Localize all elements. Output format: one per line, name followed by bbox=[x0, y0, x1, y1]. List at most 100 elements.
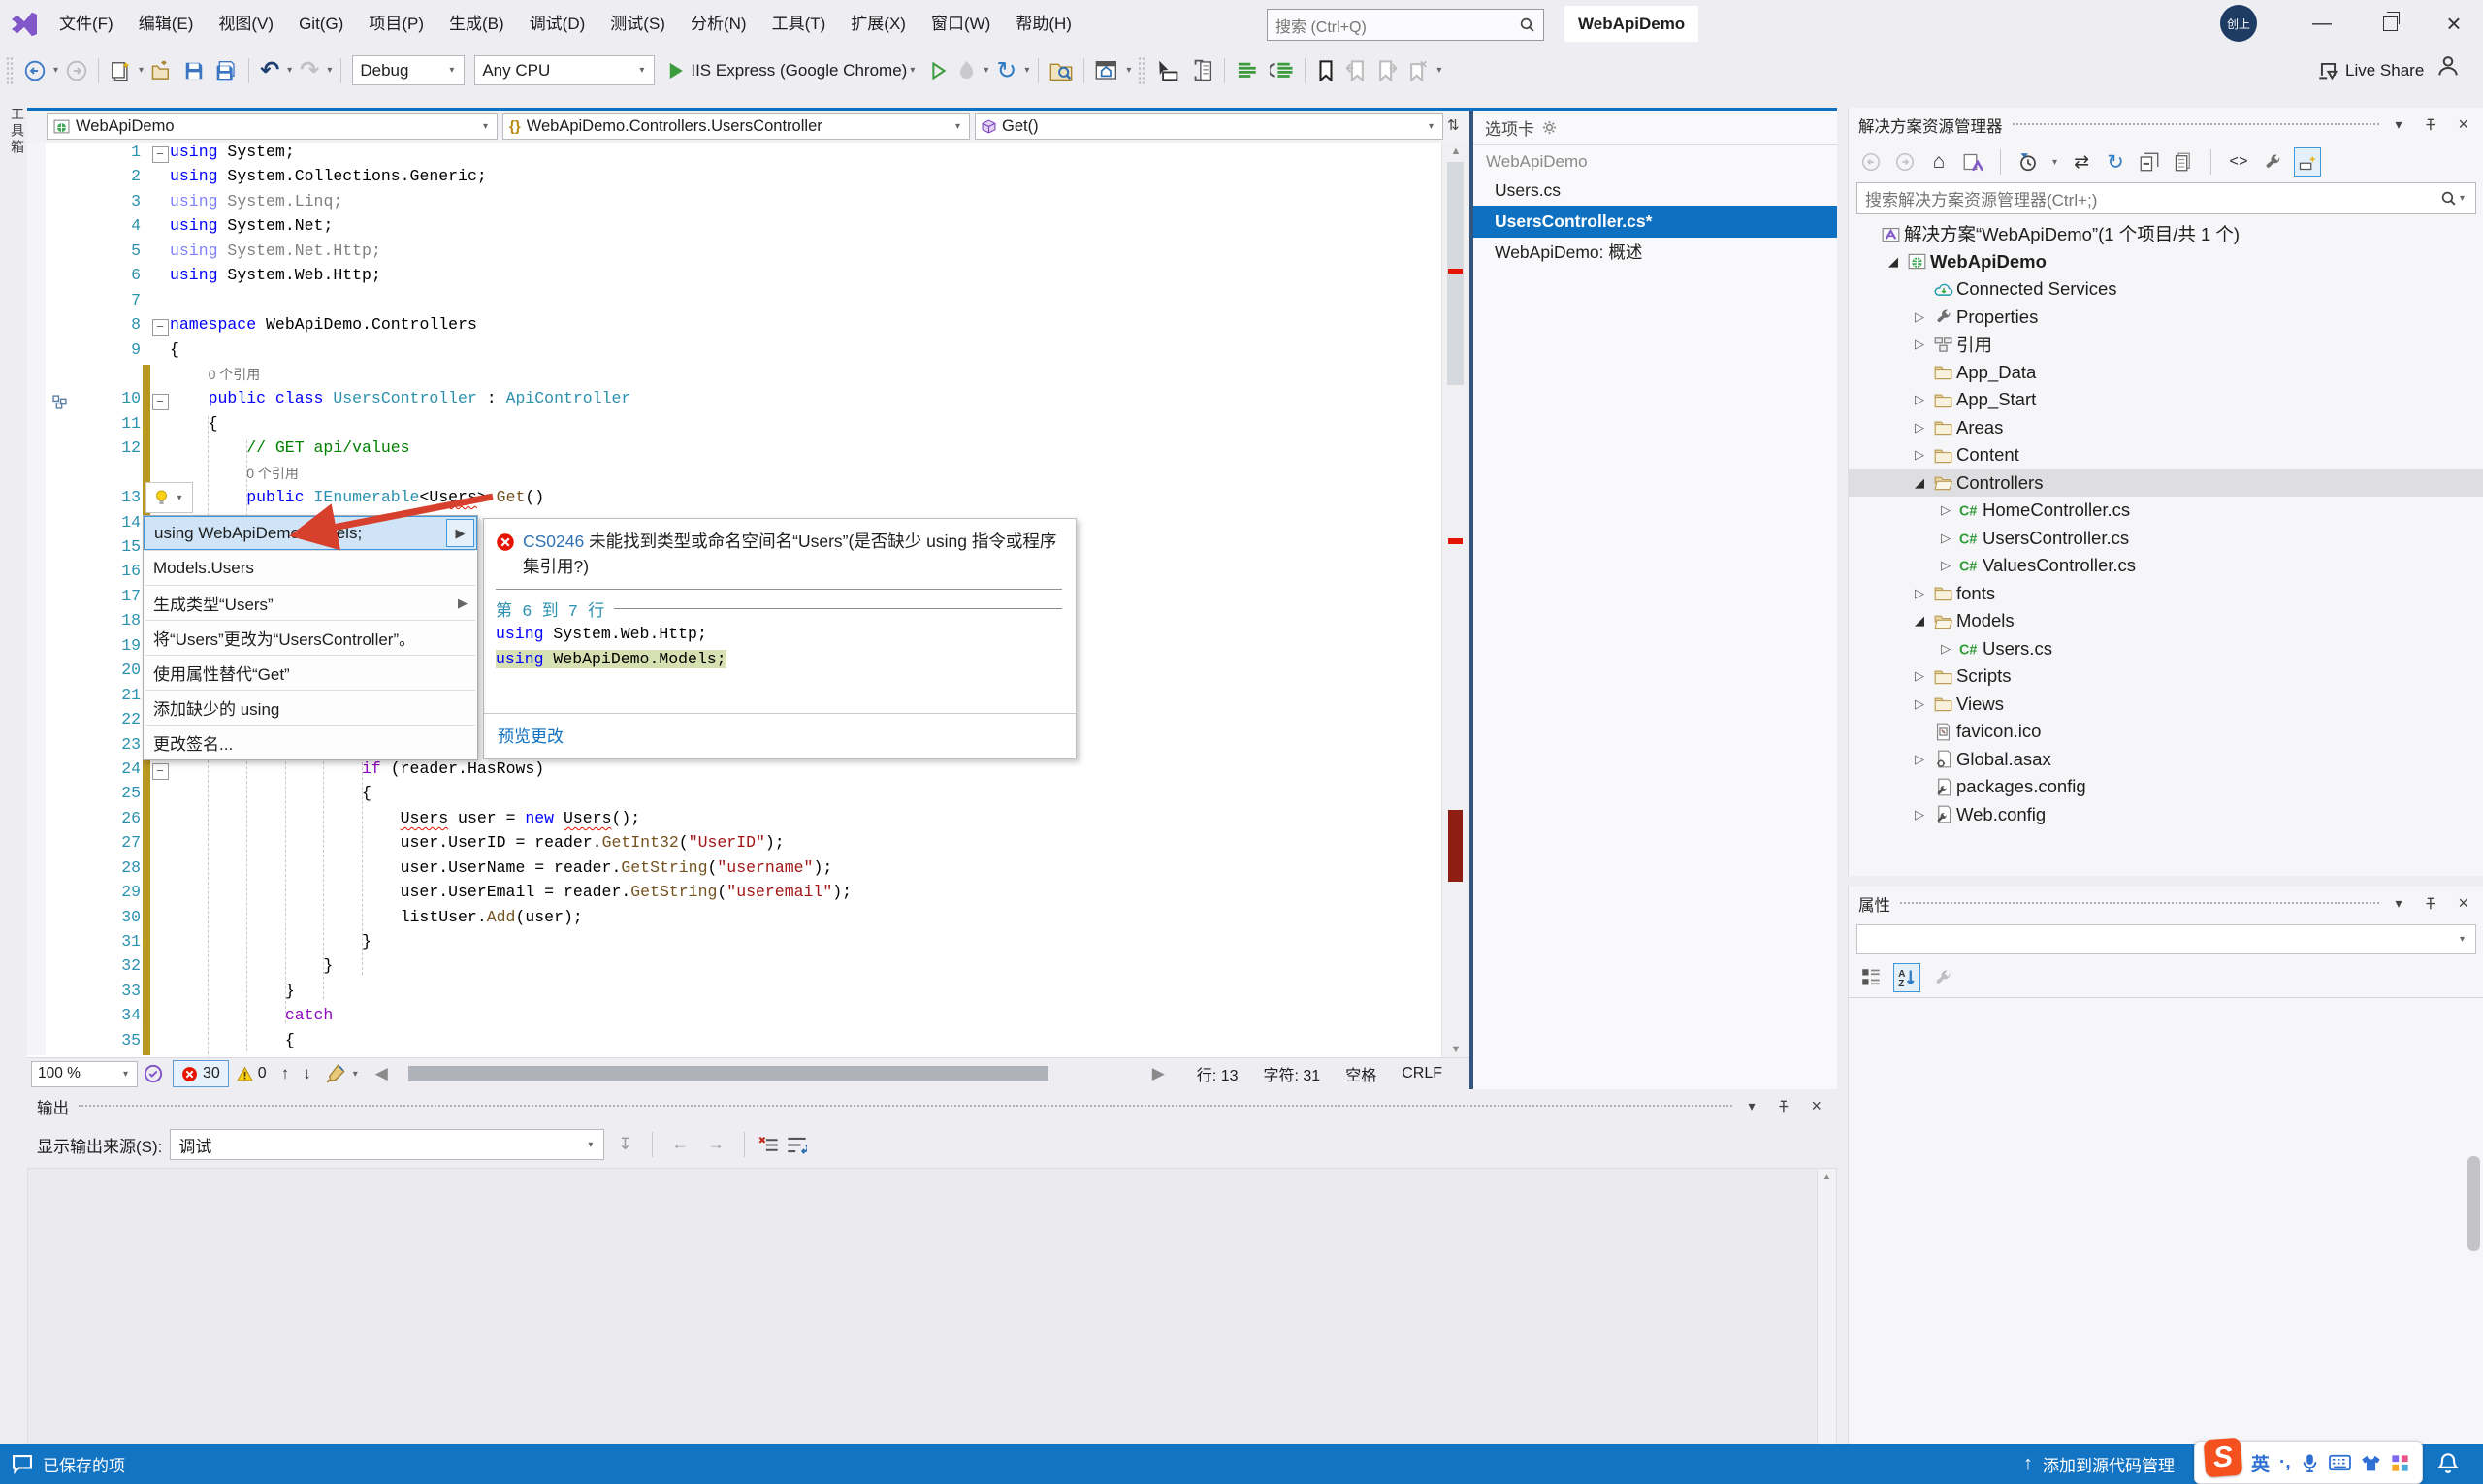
breakpoint-margin[interactable] bbox=[27, 784, 46, 808]
uncomment-lines-button[interactable] bbox=[1265, 54, 1299, 87]
breakpoint-margin[interactable] bbox=[27, 143, 46, 167]
code-line[interactable]: 26Users user = new Users(); bbox=[27, 809, 1442, 833]
explorer-forward-icon[interactable] bbox=[1892, 148, 1918, 176]
refresh-button[interactable]: ↻ bbox=[991, 54, 1021, 87]
source-control-label[interactable]: 添加到源代码管理 bbox=[2043, 1452, 2175, 1476]
output-source-combo[interactable]: 调试▾ bbox=[170, 1129, 604, 1160]
expander-icon[interactable]: ▷ bbox=[1909, 420, 1930, 436]
keyboard-icon[interactable] bbox=[2329, 1454, 2351, 1471]
code-line[interactable]: 28user.UserName = reader.GetString("user… bbox=[27, 858, 1442, 883]
sogou-logo-icon[interactable]: S bbox=[2204, 1438, 2243, 1478]
quick-search-box[interactable]: 搜索 (Ctrl+Q) bbox=[1267, 9, 1544, 41]
close-icon[interactable]: × bbox=[2452, 114, 2474, 135]
menu-item[interactable]: 文件(F) bbox=[47, 0, 126, 48]
tree-item-connected-services[interactable]: Connected Services bbox=[1849, 275, 2483, 304]
back-dropdown-icon[interactable]: ▾ bbox=[50, 65, 61, 76]
microphone-icon[interactable] bbox=[2301, 1453, 2319, 1473]
breakpoint-margin[interactable] bbox=[27, 759, 46, 784]
breakpoint-margin[interactable] bbox=[27, 414, 46, 438]
breakpoint-margin[interactable] bbox=[27, 464, 46, 488]
home-dropdown-icon[interactable]: ▾ bbox=[1123, 65, 1134, 76]
undo-dropdown-icon[interactable]: ▾ bbox=[284, 65, 295, 76]
breakpoint-margin[interactable] bbox=[27, 686, 46, 710]
navigate-forward-button[interactable] bbox=[61, 54, 92, 87]
quick-action-item[interactable]: using WebApiDemo.Models;▶ bbox=[144, 516, 477, 550]
code-line[interactable]: 8−namespace WebApiDemo.Controllers bbox=[27, 315, 1442, 339]
breakpoint-margin[interactable] bbox=[27, 1031, 46, 1055]
tree-item--webapidemo-1-1-[interactable]: 解决方案“WebApiDemo”(1 个项目/共 1 个) bbox=[1849, 220, 2483, 248]
breakpoint-margin[interactable] bbox=[27, 562, 46, 586]
menu-item[interactable]: 调试(D) bbox=[517, 0, 598, 48]
breakpoint-margin[interactable] bbox=[27, 216, 46, 241]
tree-item-areas[interactable]: ▷Areas bbox=[1849, 414, 2483, 442]
expander-icon[interactable]: ◢ bbox=[1883, 254, 1904, 270]
next-bookmark-button[interactable] bbox=[1371, 54, 1403, 87]
code-line[interactable]: 5using System.Net.Http; bbox=[27, 242, 1442, 266]
solution-platforms-combo[interactable]: Any CPU▾ bbox=[474, 55, 655, 85]
ime-menu-grid-icon[interactable] bbox=[2391, 1454, 2409, 1472]
menu-item[interactable]: 编辑(E) bbox=[126, 0, 207, 48]
close-icon[interactable]: × bbox=[2452, 893, 2474, 914]
tree-item-models[interactable]: ◢Models bbox=[1849, 607, 2483, 635]
word-wrap-icon[interactable] bbox=[787, 1136, 807, 1154]
code-line[interactable]: 3using System.Linq; bbox=[27, 192, 1442, 216]
collapse-all-icon[interactable] bbox=[2137, 148, 2162, 176]
expander-icon[interactable]: ▷ bbox=[1909, 447, 1930, 463]
menu-item[interactable]: 测试(S) bbox=[597, 0, 678, 48]
tree-item-content[interactable]: ▷Content bbox=[1849, 441, 2483, 469]
menu-item[interactable]: 扩展(X) bbox=[838, 0, 919, 48]
expander-icon[interactable]: ▷ bbox=[1935, 502, 1956, 518]
submenu-arrow-button[interactable]: ▶ bbox=[446, 519, 474, 547]
breakpoint-margin[interactable] bbox=[27, 365, 46, 389]
breakpoint-margin[interactable] bbox=[27, 735, 46, 759]
expander-icon[interactable]: ▷ bbox=[1909, 752, 1930, 767]
close-button[interactable]: × bbox=[2425, 0, 2483, 48]
quick-action-item[interactable]: 将“Users”更改为“UsersController”。 bbox=[144, 621, 477, 655]
toolbar-grip[interactable] bbox=[1138, 56, 1145, 85]
save-all-button[interactable] bbox=[210, 54, 242, 87]
hscrollbar-thumb[interactable] bbox=[408, 1066, 1048, 1081]
tree-item-controllers[interactable]: ◢Controllers bbox=[1849, 469, 2483, 498]
pin-icon[interactable] bbox=[1770, 1100, 1795, 1113]
health-indicator-icon[interactable] bbox=[144, 1064, 163, 1083]
feedback-icon[interactable] bbox=[12, 1454, 33, 1475]
tree-item-valuescontroller-cs[interactable]: ▷C#ValuesController.cs bbox=[1849, 552, 2483, 580]
breakpoint-margin[interactable] bbox=[27, 858, 46, 883]
collapse-icon[interactable]: − bbox=[152, 146, 169, 163]
fold-margin[interactable]: − bbox=[150, 759, 170, 784]
properties-object-combo[interactable]: ▾ bbox=[1856, 924, 2476, 954]
tree-item-app-start[interactable]: ▷App_Start bbox=[1849, 386, 2483, 414]
breakpoint-margin[interactable] bbox=[27, 661, 46, 685]
output-scrollbar[interactable]: ▲ bbox=[1817, 1169, 1836, 1483]
code-line[interactable]: 11{ bbox=[27, 414, 1442, 438]
notifications-bell-icon[interactable] bbox=[2436, 1452, 2460, 1475]
expander-icon[interactable]: ◢ bbox=[1909, 613, 1930, 629]
breakpoint-margin[interactable] bbox=[27, 266, 46, 290]
fold-margin[interactable]: − bbox=[150, 143, 170, 167]
code-line[interactable]: 7 bbox=[27, 291, 1442, 315]
expander-icon[interactable]: ▷ bbox=[1909, 392, 1930, 407]
code-line[interactable]: 9{ bbox=[27, 340, 1442, 365]
close-icon[interactable]: × bbox=[1805, 1096, 1827, 1116]
code-line[interactable]: 24−if (reader.HasRows) bbox=[27, 759, 1442, 784]
expander-icon[interactable]: ◢ bbox=[1909, 475, 1930, 491]
preview-selected-items-icon[interactable] bbox=[2294, 147, 2321, 177]
sign-in-person-icon[interactable] bbox=[2436, 54, 2460, 78]
breakpoint-margin[interactable] bbox=[27, 710, 46, 734]
breakpoint-margin[interactable] bbox=[27, 956, 46, 981]
view-code-icon[interactable]: <> bbox=[2226, 148, 2251, 176]
live-share-button[interactable]: Live Share bbox=[2318, 48, 2424, 93]
code-line[interactable]: 31} bbox=[27, 932, 1442, 956]
switch-views-icon[interactable] bbox=[1960, 148, 1985, 176]
find-in-files-button[interactable] bbox=[1045, 54, 1078, 87]
menu-item[interactable]: 窗口(W) bbox=[919, 0, 1003, 48]
fold-margin[interactable]: − bbox=[150, 315, 170, 339]
tree-item-fonts[interactable]: ▷fonts bbox=[1849, 580, 2483, 608]
split-toggle-icon[interactable]: ⇅ bbox=[1447, 116, 1460, 134]
scroll-down-icon[interactable]: ▼ bbox=[1442, 1041, 1469, 1058]
minimize-button[interactable]: — bbox=[2293, 0, 2351, 48]
selection-pointer-button[interactable] bbox=[1149, 54, 1184, 87]
window-position-icon[interactable]: ▾ bbox=[2389, 116, 2407, 133]
type-dropdown[interactable]: {}WebApiDemo.Controllers.UsersController… bbox=[502, 113, 970, 140]
tree-item-properties[interactable]: ▷Properties bbox=[1849, 304, 2483, 332]
